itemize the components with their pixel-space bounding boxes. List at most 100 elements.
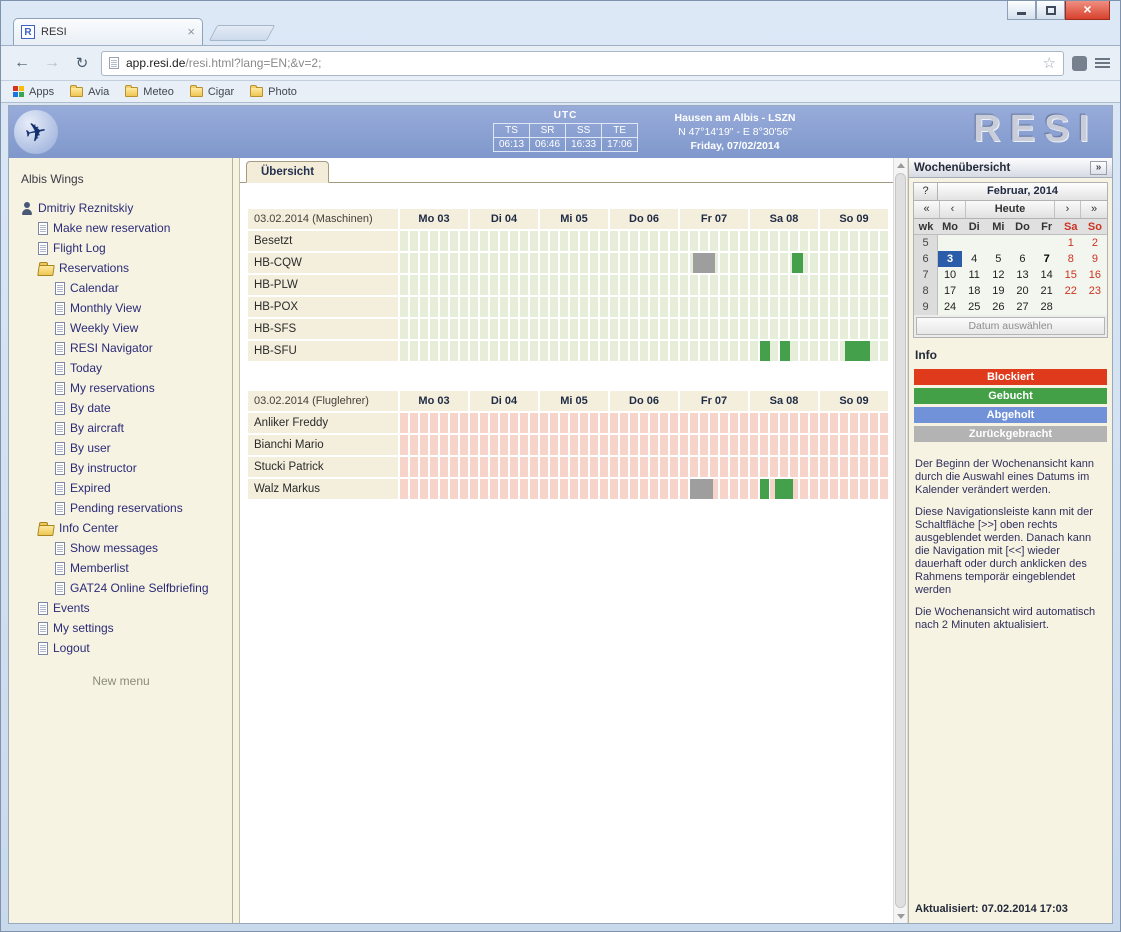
calendar-day[interactable]: 7 [1035,251,1059,267]
scroll-down-icon[interactable] [894,909,907,923]
reservation-block[interactable] [845,341,870,361]
new-menu-link[interactable]: New menu [21,674,221,688]
sidebar-item-expired[interactable]: Expired [21,478,232,498]
scroll-up-icon[interactable] [894,158,907,172]
apps-shortcut[interactable]: Apps [13,86,54,98]
bookmark-photo[interactable]: Photo [250,86,297,98]
new-tab-button[interactable] [209,25,276,41]
row-timeline[interactable] [398,297,888,317]
sidebar-item-events[interactable]: Events [21,598,232,618]
row-timeline[interactable] [398,479,888,499]
calendar-day[interactable]: 8 [1059,251,1083,267]
calendar-nav-button[interactable]: ‹ [940,201,966,218]
row-timeline[interactable] [398,253,888,273]
calendar-day[interactable]: 1 [1059,235,1083,251]
row-timeline[interactable] [398,435,888,455]
calendar-nav-button[interactable]: » [1081,201,1107,218]
calendar-day[interactable]: 27 [1010,299,1034,315]
sidebar-item-by-instructor[interactable]: By instructor [21,458,232,478]
calendar-day[interactable]: 21 [1035,283,1059,299]
collapse-panel-button[interactable]: » [1090,161,1107,175]
back-button[interactable] [11,54,33,72]
bookmark-avia[interactable]: Avia [70,86,109,98]
reservation-block[interactable] [792,253,803,273]
sidebar-item-pending-reservations[interactable]: Pending reservations [21,498,232,518]
row-timeline[interactable] [398,457,888,477]
reservation-block[interactable] [775,479,793,499]
reservation-block[interactable] [780,341,791,361]
sidebar-item-my-reservations[interactable]: My reservations [21,378,232,398]
calendar-day[interactable]: 17 [938,283,962,299]
chrome-menu-icon[interactable] [1095,56,1110,70]
today-button[interactable]: Heute [966,201,1055,218]
maximize-button[interactable] [1036,1,1065,20]
reservation-block[interactable] [760,479,770,499]
row-timeline[interactable] [398,413,888,433]
reservation-block[interactable] [760,341,771,361]
calendar-day[interactable]: 23 [1083,283,1107,299]
row-timeline[interactable] [398,319,888,339]
calendar-day[interactable]: 26 [986,299,1010,315]
calendar-day[interactable]: 28 [1035,299,1059,315]
calendar-help-button[interactable]: ? [914,183,938,201]
sidebar-item-gat24-online-selfbriefing[interactable]: GAT24 Online Selfbriefing [21,578,232,598]
calendar-day[interactable]: 11 [962,267,986,283]
sidebar-item-by-date[interactable]: By date [21,398,232,418]
sidebar-item-logout[interactable]: Logout [21,638,232,658]
calendar-day[interactable]: 24 [938,299,962,315]
sidebar-item-my-settings[interactable]: My settings [21,618,232,638]
calendar-day[interactable]: 6 [1010,251,1034,267]
extension-icon[interactable] [1072,56,1087,71]
forward-button[interactable] [41,54,63,72]
calendar-day[interactable]: 18 [962,283,986,299]
bookmark-meteo[interactable]: Meteo [125,86,174,98]
calendar-day[interactable]: 22 [1059,283,1083,299]
sidebar-item-memberlist[interactable]: Memberlist [21,558,232,578]
address-bar[interactable]: app.resi.de/resi.html?lang=EN;&v=2; [101,51,1064,76]
tab-uebersicht[interactable]: Übersicht [246,161,329,183]
scrollbar-thumb[interactable] [895,173,906,908]
reservation-block[interactable] [690,479,713,499]
calendar-day[interactable]: 2 [1083,235,1107,251]
calendar-day[interactable]: 13 [1010,267,1034,283]
calendar-day[interactable]: 5 [986,251,1010,267]
reload-button[interactable] [71,54,93,73]
sidebar-item-flight-log[interactable]: Flight Log [21,238,232,258]
sidebar-item-dmitriy-reznitskiy[interactable]: Dmitriy Reznitskiy [21,198,232,218]
sidebar-item-monthly-view[interactable]: Monthly View [21,298,232,318]
row-timeline[interactable] [398,275,888,295]
calendar-day[interactable]: 10 [938,267,962,283]
tab-close-icon[interactable] [187,23,195,41]
sidebar-item-make-new-reservation[interactable]: Make new reservation [21,218,232,238]
calendar-day[interactable]: 15 [1059,267,1083,283]
calendar-day[interactable]: 9 [1083,251,1107,267]
calendar-day[interactable]: 25 [962,299,986,315]
calendar-nav-button[interactable]: « [914,201,940,218]
sidebar-item-info-center[interactable]: Info Center [21,518,232,538]
sidebar-item-by-user[interactable]: By user [21,438,232,458]
calendar-day[interactable]: 3 [938,251,962,267]
main-scrollbar[interactable] [893,158,908,923]
sidebar-item-reservations[interactable]: Reservations [21,258,232,278]
sidebar-item-show-messages[interactable]: Show messages [21,538,232,558]
reservation-block[interactable] [693,253,715,273]
calendar-day[interactable]: 20 [1010,283,1034,299]
calendar-nav-button[interactable]: › [1055,201,1081,218]
browser-tab[interactable]: R RESI [13,18,203,45]
sidebar-item-calendar[interactable]: Calendar [21,278,232,298]
sidebar-item-weekly-view[interactable]: Weekly View [21,318,232,338]
row-timeline[interactable] [398,231,888,251]
bookmark-star-icon[interactable] [1043,54,1056,73]
row-timeline[interactable] [398,341,888,361]
close-window-button[interactable] [1065,1,1110,20]
date-picker-button[interactable]: Datum auswählen [916,317,1105,335]
calendar-day[interactable]: 12 [986,267,1010,283]
sidebar-item-by-aircraft[interactable]: By aircraft [21,418,232,438]
bookmark-cigar[interactable]: Cigar [190,86,234,98]
calendar-day[interactable]: 4 [962,251,986,267]
sidebar-item-resi-navigator[interactable]: RESI Navigator [21,338,232,358]
minimize-button[interactable] [1007,1,1036,20]
calendar-day[interactable]: 16 [1083,267,1107,283]
calendar-day[interactable]: 19 [986,283,1010,299]
calendar-day[interactable]: 14 [1035,267,1059,283]
